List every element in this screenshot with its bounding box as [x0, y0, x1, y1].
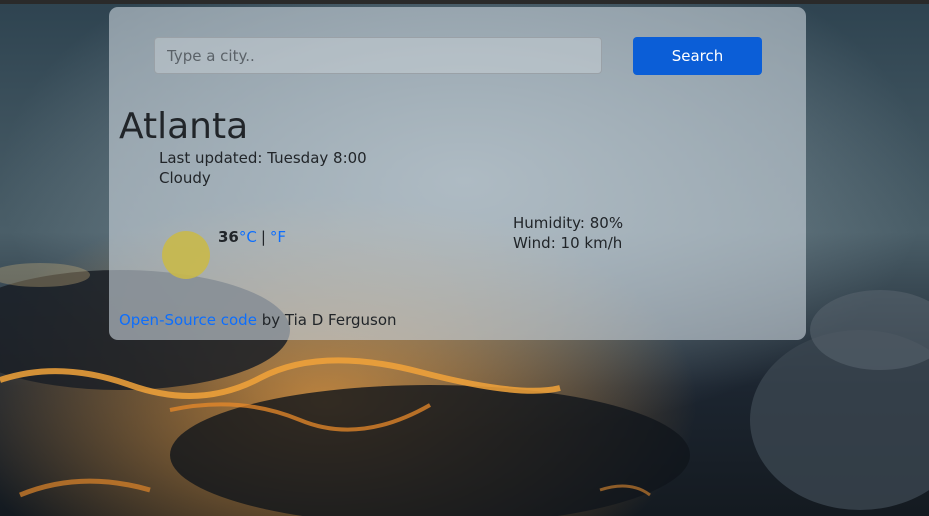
temperature-value: 36 [218, 228, 239, 246]
footer-author: by Tia D Ferguson [261, 311, 397, 329]
humidity-value: 80% [589, 214, 624, 232]
wind: Wind: 10 km/h [513, 233, 623, 253]
weather-meta: Last updated: Tuesday 8:00 Cloudy [159, 148, 367, 188]
weather-details: Humidity: 80% Wind: 10 km/h [513, 213, 623, 253]
footer: Open-Source code by Tia D Ferguson [119, 310, 397, 330]
fahrenheit-link[interactable]: °F [270, 228, 286, 246]
humidity-label: Humidity: [513, 214, 585, 232]
open-source-link[interactable]: Open-Source code [119, 311, 257, 329]
humidity: Humidity: 80% [513, 213, 623, 233]
search-button[interactable]: Search [633, 37, 762, 75]
top-border [0, 0, 929, 4]
weather-card: Search Atlanta Last updated: Tuesday 8:0… [109, 7, 806, 340]
last-updated: Last updated: Tuesday 8:00 [159, 148, 367, 168]
sun-icon [162, 231, 210, 279]
wind-value: 10 km/h [560, 234, 623, 252]
search-input[interactable] [154, 37, 602, 74]
city-name: Atlanta [119, 106, 249, 147]
last-updated-value: Tuesday 8:00 [267, 149, 367, 167]
unit-separator: | [260, 228, 266, 246]
temperature-row: 36°C | °F [218, 227, 286, 247]
celsius-link[interactable]: °C [239, 228, 257, 246]
wind-label: Wind: [513, 234, 556, 252]
last-updated-label: Last updated: [159, 149, 263, 167]
weather-description: Cloudy [159, 169, 211, 187]
